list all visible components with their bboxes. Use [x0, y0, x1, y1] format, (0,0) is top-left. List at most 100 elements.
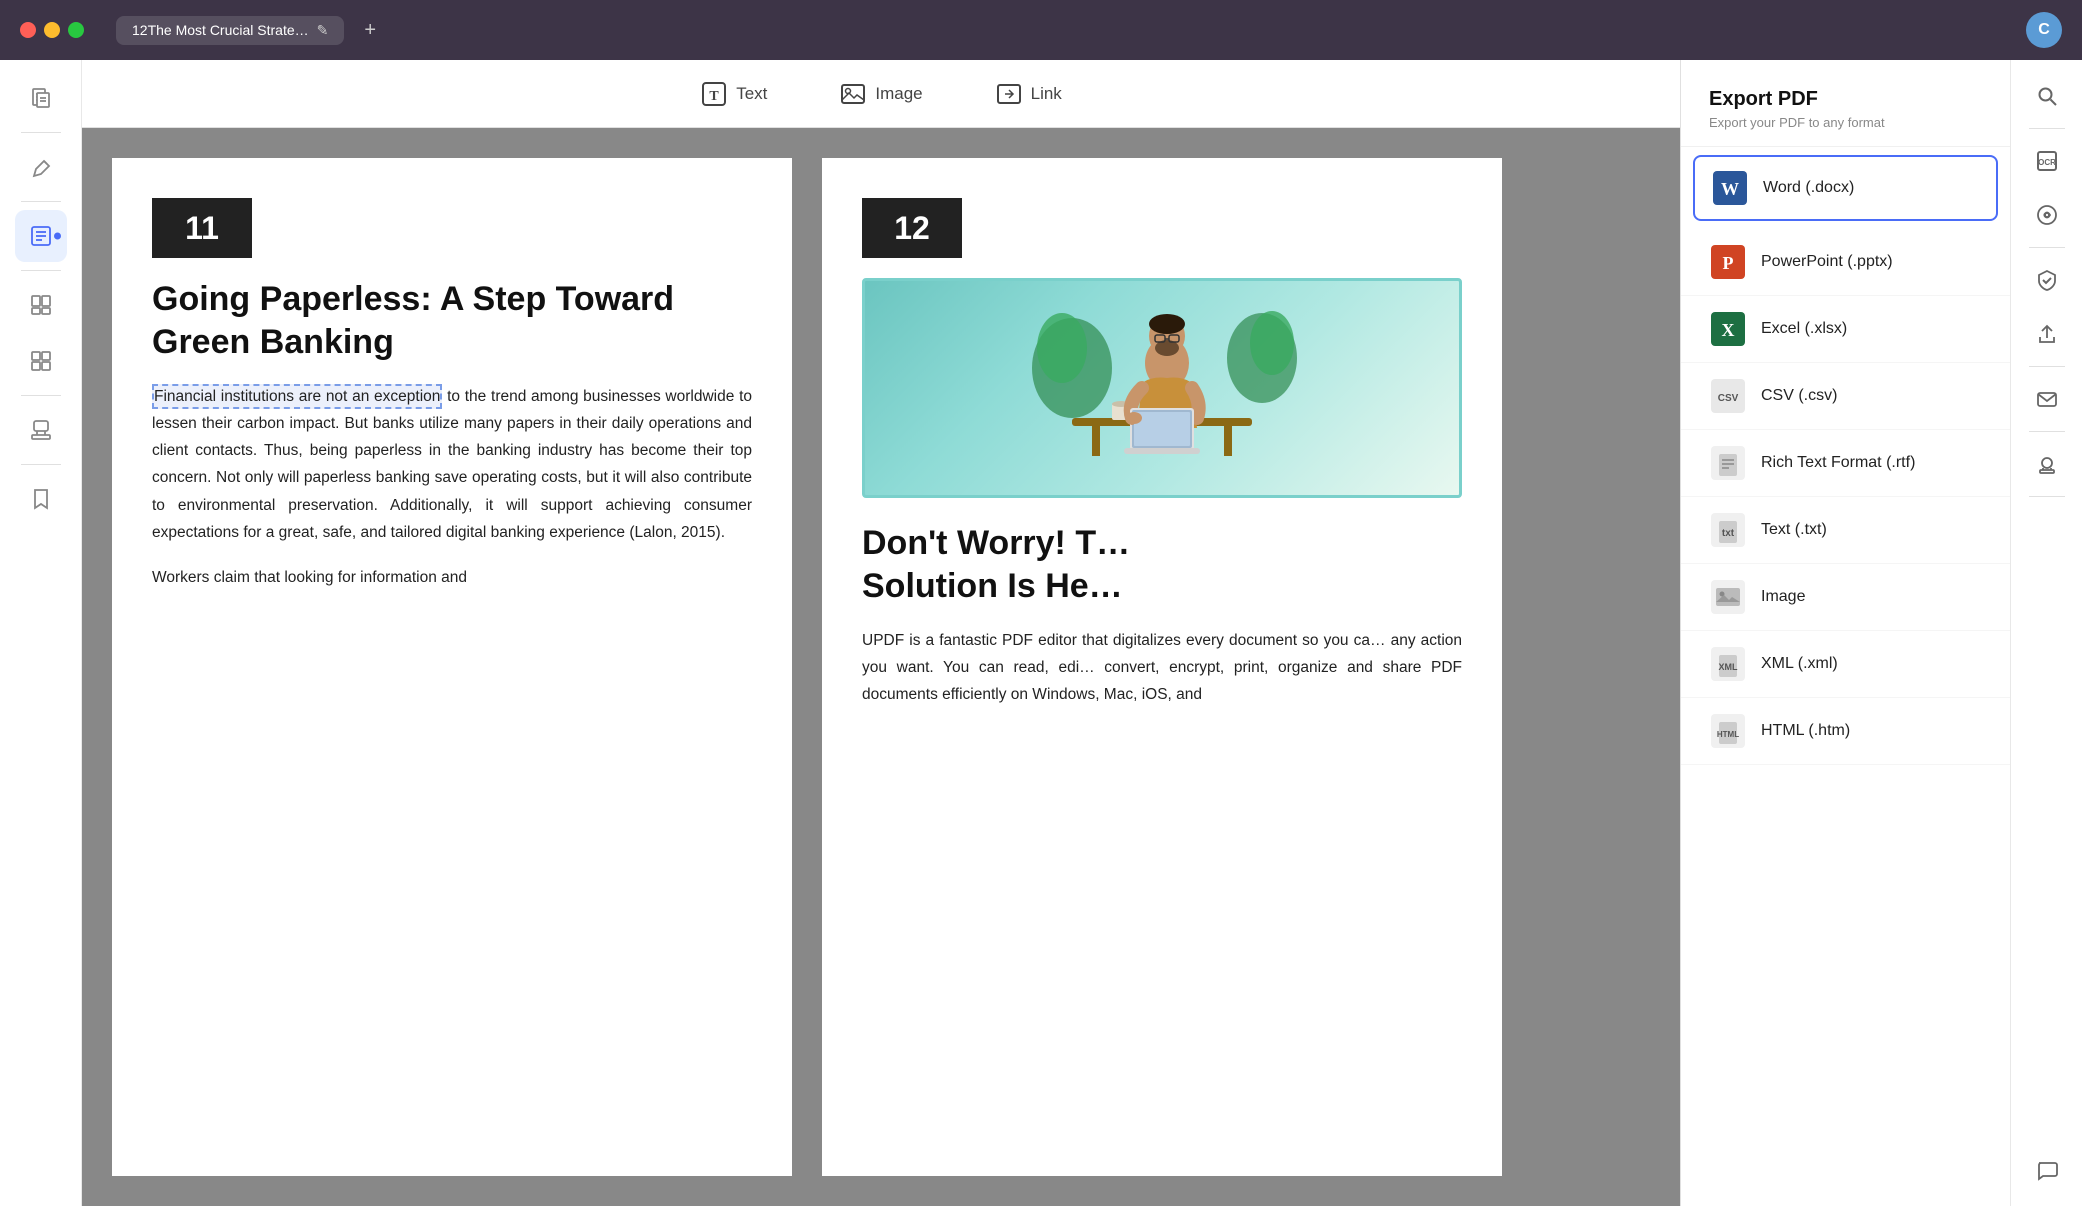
page-number-12: 12: [862, 198, 962, 258]
tab-edit-icon[interactable]: ✎: [317, 22, 329, 39]
toolbar-link[interactable]: Link: [979, 72, 1078, 116]
txt-icon: txt: [1709, 511, 1747, 549]
export-option-powerpoint[interactable]: P PowerPoint (.pptx): [1681, 229, 2010, 296]
csv-icon: CSV: [1709, 377, 1747, 415]
content-area: T Text Image: [82, 60, 1680, 1206]
body-continuation: to the trend among businesses worldwide …: [152, 388, 752, 541]
word-icon: W: [1711, 169, 1749, 207]
export-option-word-label: Word (.docx): [1763, 179, 1854, 197]
traffic-lights: [20, 22, 84, 38]
export-option-html[interactable]: HTML HTML (.htm): [1681, 698, 2010, 765]
pdf-page-12: 12: [822, 158, 1502, 1176]
sidebar-divider-3: [21, 270, 61, 271]
svg-text:P: P: [1723, 253, 1734, 273]
export-panel-header: Export PDF Export your PDF to any format: [1681, 88, 2010, 147]
right-share-icon[interactable]: [2023, 310, 2071, 358]
sidebar-divider-2: [21, 201, 61, 202]
pdf-page-11: 11 Going Paperless: A Step Toward Green …: [112, 158, 792, 1176]
image-icon: [839, 80, 867, 108]
svg-text:HTML: HTML: [1717, 730, 1739, 739]
svg-text:CSV: CSV: [1718, 393, 1739, 404]
right-comment-icon[interactable]: [2023, 1146, 2071, 1194]
svg-text:T: T: [710, 89, 720, 104]
toolbar: T Text Image: [82, 60, 1680, 128]
tab[interactable]: 12The Most Crucial Strate… ✎: [116, 16, 344, 45]
right-smart-icon[interactable]: [2023, 191, 2071, 239]
link-icon: [995, 80, 1023, 108]
svg-text:OCR: OCR: [2038, 158, 2056, 167]
export-option-csv-label: CSV (.csv): [1761, 387, 1837, 405]
page-image-12: [862, 278, 1462, 498]
page-body-12: UPDF is a fantastic PDF editor that digi…: [862, 627, 1462, 708]
export-option-rtf[interactable]: Rich Text Format (.rtf): [1681, 430, 2010, 497]
left-sidebar: [0, 60, 82, 1206]
minimize-button[interactable]: [44, 22, 60, 38]
export-option-powerpoint-label: PowerPoint (.pptx): [1761, 253, 1893, 271]
text-icon: T: [700, 80, 728, 108]
svg-text:txt: txt: [1722, 528, 1735, 539]
export-panel-title: Export PDF: [1709, 88, 1982, 111]
sidebar-divider-5: [21, 464, 61, 465]
export-option-csv[interactable]: CSV CSV (.csv): [1681, 363, 2010, 430]
export-option-html-label: HTML (.htm): [1761, 722, 1850, 740]
right-ocr-icon[interactable]: OCR: [2023, 137, 2071, 185]
right-search-icon[interactable]: [2023, 72, 2071, 120]
xml-icon: XML: [1709, 645, 1747, 683]
sidebar-item-edit[interactable]: [15, 210, 67, 262]
export-option-txt-label: Text (.txt): [1761, 521, 1827, 539]
export-option-image-label: Image: [1761, 588, 1805, 606]
sidebar-item-stamp[interactable]: [15, 404, 67, 456]
page-title-11: Going Paperless: A Step Toward Green Ban…: [152, 278, 752, 363]
avatar[interactable]: C: [2026, 12, 2062, 48]
right-stamp-icon[interactable]: [2023, 440, 2071, 488]
right-email-icon[interactable]: [2023, 375, 2071, 423]
sidebar-item-bookmark[interactable]: [15, 473, 67, 525]
page-title-12: Don't Worry! T…Solution Is He…: [862, 522, 1462, 607]
new-tab-button[interactable]: +: [364, 19, 376, 42]
toolbar-image[interactable]: Image: [823, 72, 938, 116]
toolbar-link-label: Link: [1031, 84, 1062, 104]
pages-area[interactable]: 11 Going Paperless: A Step Toward Green …: [82, 128, 1680, 1206]
export-panel: Export PDF Export your PDF to any format…: [1680, 60, 2010, 1206]
export-option-rtf-label: Rich Text Format (.rtf): [1761, 454, 1915, 472]
image-export-icon: [1709, 578, 1747, 616]
export-option-word[interactable]: W Word (.docx): [1693, 155, 1998, 221]
right-security-icon[interactable]: [2023, 256, 2071, 304]
right-divider-2: [2029, 247, 2065, 248]
html-icon: HTML: [1709, 712, 1747, 750]
sidebar-item-convert[interactable]: [15, 279, 67, 331]
titlebar: 12The Most Crucial Strate… ✎ + C: [0, 0, 2082, 60]
page-body-11b: Workers claim that looking for informati…: [152, 564, 752, 591]
sidebar-item-pages[interactable]: [15, 72, 67, 124]
export-option-xml-label: XML (.xml): [1761, 655, 1838, 673]
svg-text:X: X: [1722, 320, 1735, 340]
export-option-xml[interactable]: XML XML (.xml): [1681, 631, 2010, 698]
rtf-icon: [1709, 444, 1747, 482]
active-dot: [54, 233, 61, 240]
excel-icon: X: [1709, 310, 1747, 348]
page-number-11: 11: [152, 198, 252, 258]
export-option-excel-label: Excel (.xlsx): [1761, 320, 1847, 338]
export-option-txt[interactable]: txt Text (.txt): [1681, 497, 2010, 564]
sidebar-divider-4: [21, 395, 61, 396]
sidebar-item-organize[interactable]: [15, 335, 67, 387]
tab-title: 12The Most Crucial Strate…: [132, 22, 309, 38]
export-panel-subtitle: Export your PDF to any format: [1709, 115, 1982, 130]
right-divider-3: [2029, 366, 2065, 367]
maximize-button[interactable]: [68, 22, 84, 38]
close-button[interactable]: [20, 22, 36, 38]
export-option-image[interactable]: Image: [1681, 564, 2010, 631]
export-option-excel[interactable]: X Excel (.xlsx): [1681, 296, 2010, 363]
page-body-11: Financial institutions are not an except…: [152, 383, 752, 546]
powerpoint-icon: P: [1709, 243, 1747, 281]
sidebar-divider-1: [21, 132, 61, 133]
sidebar-item-annotate[interactable]: [15, 141, 67, 193]
toolbar-text[interactable]: T Text: [684, 72, 783, 116]
right-divider-4: [2029, 431, 2065, 432]
svg-text:W: W: [1721, 179, 1739, 199]
selected-text: Financial institutions are not an except…: [152, 384, 442, 409]
toolbar-text-label: Text: [736, 84, 767, 104]
right-divider-1: [2029, 128, 2065, 129]
toolbar-image-label: Image: [875, 84, 922, 104]
right-sidebar: OCR: [2010, 60, 2082, 1206]
